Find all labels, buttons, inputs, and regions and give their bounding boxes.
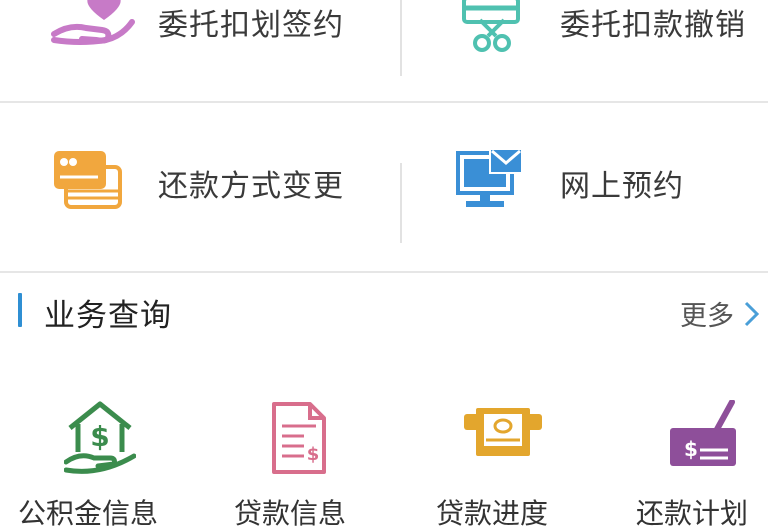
service-label: 委托扣款撤销 (560, 8, 746, 43)
divider (400, 163, 402, 243)
more-link[interactable]: 更多 (680, 294, 760, 333)
service-entrust-cancel[interactable]: 委托扣款撤销 (384, 0, 768, 102)
hand-heart-icon (50, 0, 136, 50)
chevron-right-icon (742, 299, 760, 329)
divider (0, 271, 768, 273)
divider (400, 0, 402, 76)
service-label: 还款方式变更 (158, 169, 344, 204)
scissors-card-icon (462, 0, 522, 58)
svg-text:$: $ (90, 420, 109, 453)
business-query-header: 业务查询 更多 (0, 278, 768, 348)
query-label: 贷款进度 (436, 497, 549, 530)
service-entrust-sign[interactable]: 委托扣划签约 (0, 0, 384, 102)
service-label: 网上预约 (560, 169, 684, 204)
dollar-document-icon: $ (270, 400, 328, 480)
service-online-booking[interactable]: 网上预约 (384, 103, 768, 271)
service-row-1: 委托扣划签约 委托扣款撤销 (0, 0, 768, 102)
more-label: 更多 (680, 301, 734, 332)
section-title: 业务查询 (44, 298, 172, 334)
credit-card-icon (52, 147, 124, 215)
service-label: 委托扣划签约 (158, 8, 344, 43)
svg-text:$: $ (307, 444, 320, 465)
service-repay-method-change[interactable]: 还款方式变更 (0, 103, 384, 271)
house-dollar-hand-icon: $ (63, 400, 137, 480)
query-row: $ 公积金信息 $ 贷款信息 贷款进度 $ 还款计划 (0, 392, 768, 530)
cash-slot-icon (462, 400, 544, 466)
computer-mail-icon (456, 147, 526, 217)
query-label: 贷款信息 (234, 497, 347, 530)
service-row-2: 还款方式变更 网上预约 (0, 103, 768, 271)
query-label: 公积金信息 (18, 497, 159, 530)
section-accent-bar (18, 293, 22, 327)
check-pen-icon: $ (668, 399, 742, 474)
svg-text:$: $ (684, 437, 698, 461)
query-label: 还款计划 (636, 497, 749, 530)
